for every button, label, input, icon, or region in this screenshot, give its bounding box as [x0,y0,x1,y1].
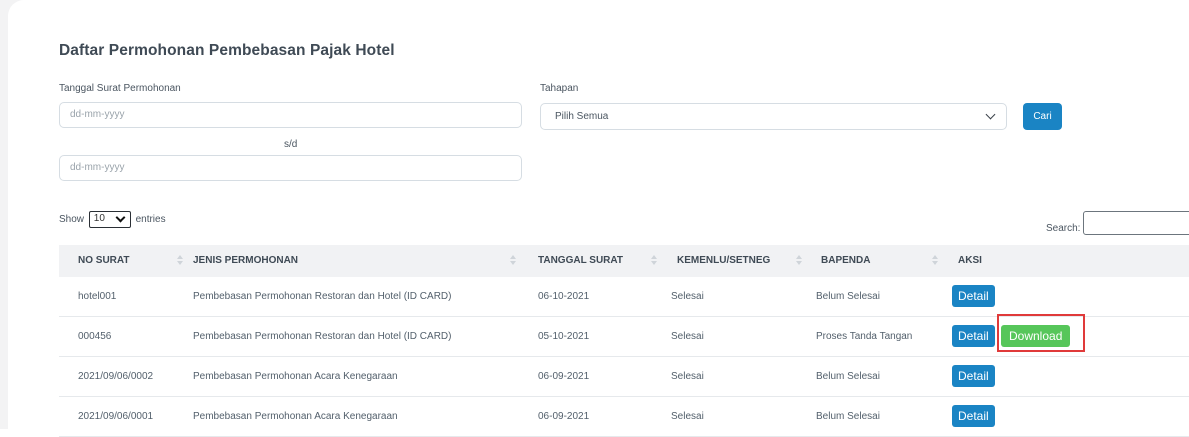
cell-no-surat: 000456 [78,331,112,342]
cell-kemenlu: Selesai [671,291,704,302]
date-from-placeholder: dd-mm-yyyy [70,109,125,120]
show-entries: Show 10 entries [59,211,166,228]
table-row: 2021/09/06/0002 Pembebasan Permohonan Ac… [59,357,1189,397]
cell-tanggal: 05-10-2021 [538,331,590,342]
detail-button[interactable]: Detail [952,405,995,427]
cell-bapenda: Proses Tanda Tangan [816,331,913,342]
sort-icon[interactable] [932,254,938,267]
cell-tanggal: 06-10-2021 [538,291,590,302]
cell-bapenda: Belum Selesai [816,371,880,382]
date-from-input[interactable]: dd-mm-yyyy [59,102,522,128]
table-row: hotel001 Pembebasan Permohonan Restoran … [59,277,1189,317]
column-header-no-surat[interactable]: NO SURAT [78,245,129,277]
date-label: Tanggal Surat Permohonan [59,83,181,94]
highlight-box [997,314,1085,352]
cell-bapenda: Belum Selesai [816,291,880,302]
entries-label: entries [135,214,166,226]
content-corner [8,0,24,16]
chevron-down-icon [115,212,126,223]
column-header-tanggal[interactable]: TANGGAL SURAT [538,245,623,277]
stage-selected-value: Pilih Semua [555,111,609,122]
entries-value: 10 [93,213,105,224]
table-header: NO SURAT JENIS PERMOHONAN TANGGAL SURAT … [59,245,1189,277]
column-header-aksi[interactable]: AKSI [958,245,982,277]
detail-button[interactable]: Detail [952,285,995,307]
date-to-input[interactable]: dd-mm-yyyy [59,155,522,181]
cell-jenis: Pembebasan Permohonan Acara Kenegaraan [193,371,398,382]
sort-icon[interactable] [177,254,183,267]
cell-no-surat: 2021/09/06/0002 [78,371,154,382]
cell-kemenlu: Selesai [671,411,704,422]
table-search-label: Search: [1046,223,1081,234]
stage-label: Tahapan [540,83,579,94]
table-search-input[interactable] [1083,211,1189,235]
left-rail [0,0,8,429]
cell-tanggal: 06-09-2021 [538,411,590,422]
entries-select[interactable]: 10 [88,211,131,228]
page-title: Daftar Permohonan Pembebasan Pajak Hotel [59,42,395,59]
table-row: 2021/09/06/0001 Pembebasan Permohonan Ac… [59,397,1189,437]
cell-jenis: Pembebasan Permohonan Restoran dan Hotel… [193,331,452,342]
cell-jenis: Pembebasan Permohonan Restoran dan Hotel… [193,291,452,302]
cell-kemenlu: Selesai [671,331,704,342]
cell-kemenlu: Selesai [671,371,704,382]
date-to-placeholder: dd-mm-yyyy [70,162,125,173]
cell-jenis: Pembebasan Permohonan Acara Kenegaraan [193,411,398,422]
sort-icon[interactable] [510,254,516,267]
column-header-kemenlu[interactable]: KEMENLU/SETNEG [677,245,770,277]
column-header-jenis[interactable]: JENIS PERMOHONAN [193,245,298,277]
stage-select[interactable]: Pilih Semua [540,103,1007,130]
search-button[interactable]: Cari [1023,103,1062,130]
cell-bapenda: Belum Selesai [816,411,880,422]
cell-no-surat: 2021/09/06/0001 [78,411,154,422]
sort-icon[interactable] [796,254,802,267]
sort-icon[interactable] [651,254,657,267]
column-header-bapenda[interactable]: BAPENDA [821,245,870,277]
detail-button[interactable]: Detail [952,325,995,347]
show-label: Show [59,214,85,226]
date-separator: s/d [284,139,298,150]
cell-no-surat: hotel001 [78,291,117,302]
detail-button[interactable]: Detail [952,365,995,387]
cell-tanggal: 06-09-2021 [538,371,590,382]
chevron-down-icon [985,109,996,120]
